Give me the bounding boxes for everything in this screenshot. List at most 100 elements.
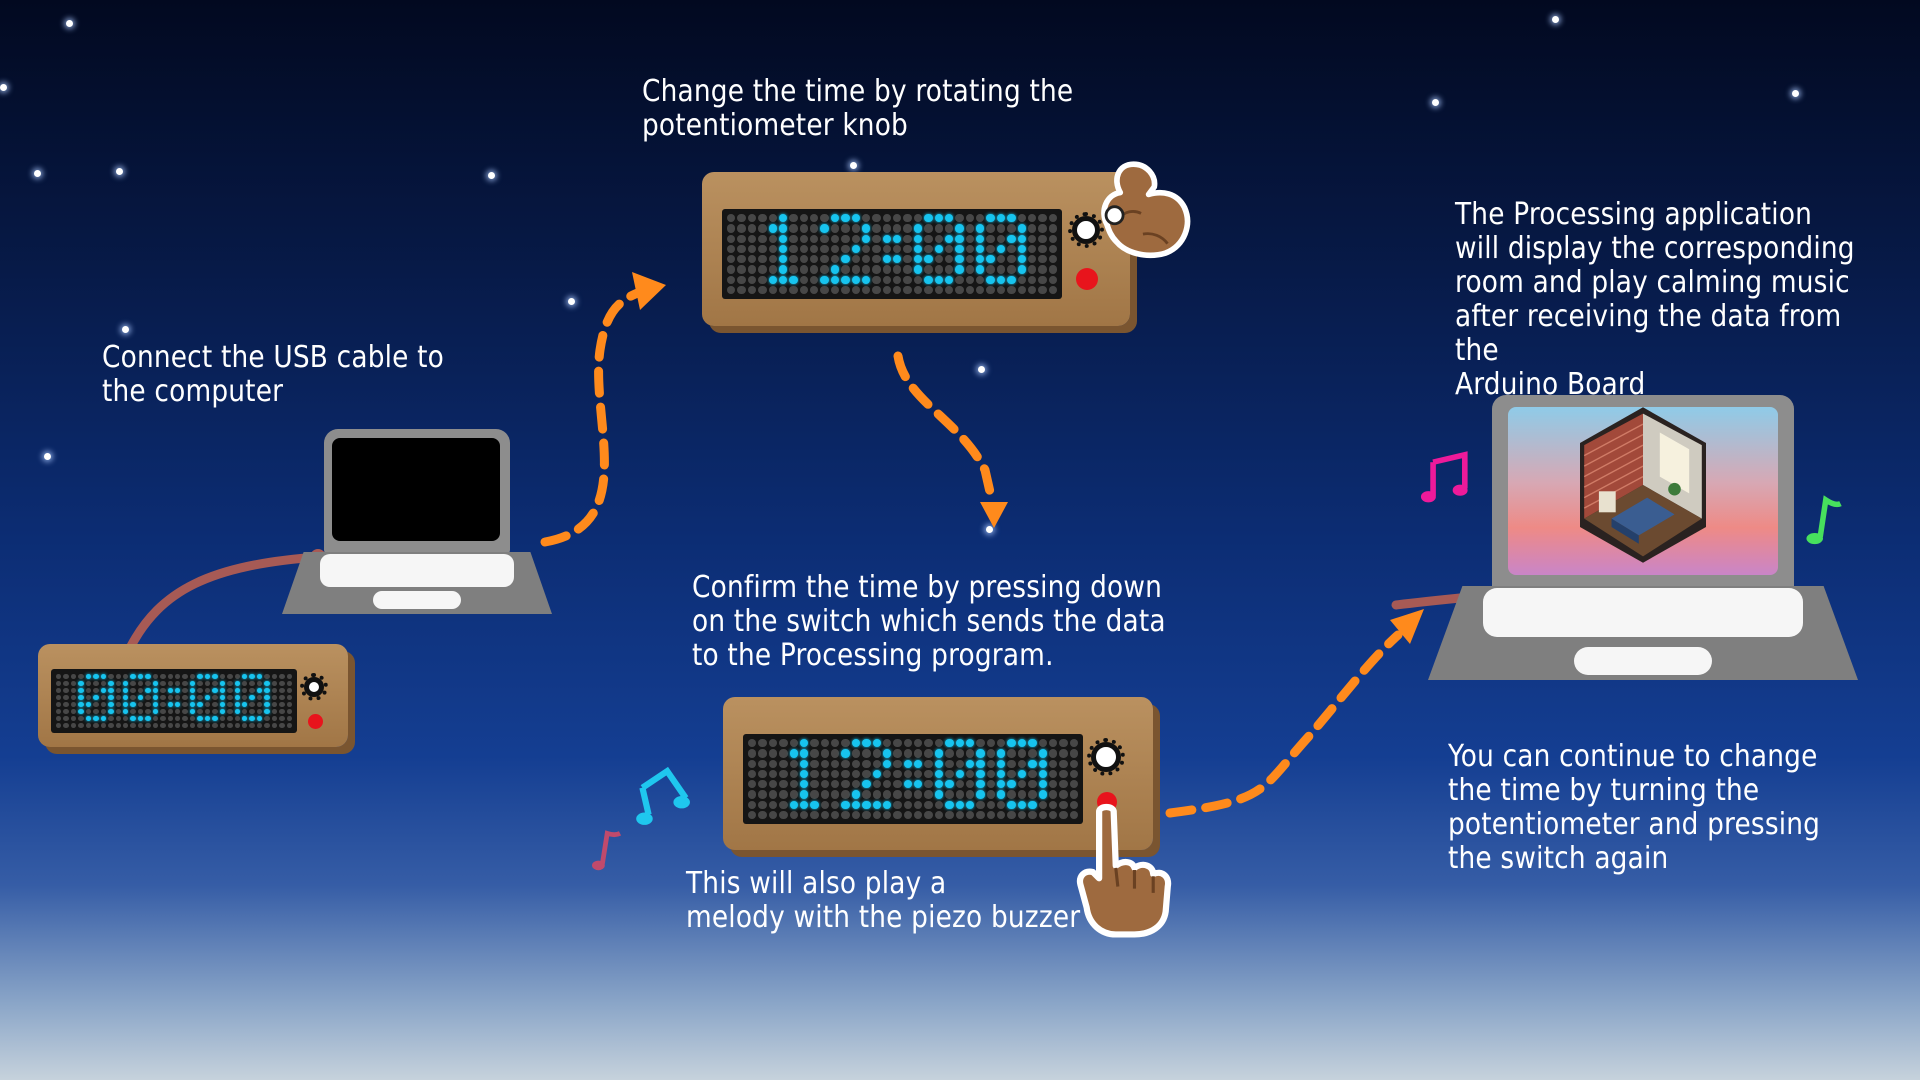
led-pixel xyxy=(944,244,954,253)
led-pixel xyxy=(841,285,850,294)
led-pixel xyxy=(1048,759,1058,768)
led-pixel xyxy=(182,709,188,714)
led-pixel xyxy=(872,800,881,809)
led-pixel xyxy=(851,275,860,284)
led-pixel xyxy=(779,810,788,819)
led-pixel xyxy=(1007,224,1016,233)
led-pixel xyxy=(1048,790,1058,799)
led-pixel xyxy=(779,800,788,809)
led-pixel xyxy=(1017,214,1026,223)
led-pixel xyxy=(152,709,159,714)
led-pixel xyxy=(758,790,767,799)
led-pixel xyxy=(122,688,129,693)
led-pixel xyxy=(227,716,233,721)
led-pixel xyxy=(882,255,891,264)
led-pixel xyxy=(122,709,129,714)
led-pixel xyxy=(748,800,757,809)
led-pixel xyxy=(115,674,121,679)
led-pixel xyxy=(100,723,107,728)
led-pixel xyxy=(122,681,129,686)
led-pixel xyxy=(914,810,923,819)
led-pixel xyxy=(122,674,129,679)
led-pixel xyxy=(204,681,211,686)
led-pixel xyxy=(986,810,995,819)
led-pixel xyxy=(286,716,292,721)
led-pixel xyxy=(841,234,850,243)
led-pixel xyxy=(758,759,767,768)
led-pixel xyxy=(820,234,829,243)
led-pixel xyxy=(841,790,850,799)
led-pixel xyxy=(945,769,954,778)
led-pixel xyxy=(903,800,912,809)
led-pixel xyxy=(1027,214,1037,223)
led-pixel xyxy=(924,800,933,809)
led-pixel xyxy=(851,285,860,294)
led-pixel xyxy=(965,769,975,778)
led-pixel xyxy=(810,234,819,243)
led-pixel xyxy=(831,800,840,809)
led-pixel xyxy=(976,739,985,748)
arduino-device-2 xyxy=(702,172,1130,326)
led-pixel xyxy=(1007,234,1016,243)
led-pixel xyxy=(93,716,99,721)
led-pixel xyxy=(152,723,159,728)
led-pixel xyxy=(737,214,746,223)
led-pixel xyxy=(182,723,188,728)
led-pixel xyxy=(227,723,233,728)
led-pixel xyxy=(789,810,798,819)
led-pixel xyxy=(108,716,114,721)
led-pixel xyxy=(1007,739,1016,748)
led-pixel xyxy=(893,739,902,748)
led-pixel xyxy=(108,681,114,686)
led-pixel xyxy=(1017,780,1027,789)
led-pixel xyxy=(976,790,985,799)
led-pixel xyxy=(182,716,188,721)
led-pixel xyxy=(831,759,840,768)
led-pixel xyxy=(279,695,285,700)
led-pixel xyxy=(70,688,77,693)
led-pixel xyxy=(271,723,278,728)
led-pixel xyxy=(1028,810,1037,819)
led-pixel xyxy=(234,695,240,700)
led-pixel xyxy=(182,688,188,693)
led-pixel xyxy=(893,810,902,819)
led-pixel xyxy=(893,275,902,284)
led-pixel xyxy=(160,723,166,728)
led-pixel xyxy=(219,681,226,686)
led-pixel xyxy=(145,709,151,714)
led-pixel xyxy=(893,234,902,243)
led-pixel xyxy=(256,688,263,693)
led-pixel xyxy=(830,275,840,284)
led-matrix-display xyxy=(743,734,1083,824)
led-pixel xyxy=(1059,769,1068,778)
led-pixel xyxy=(955,265,964,274)
led-pixel xyxy=(810,285,819,294)
led-pixel xyxy=(965,224,974,233)
led-pixel xyxy=(256,695,263,700)
led-pixel xyxy=(1069,759,1078,768)
led-pixel xyxy=(175,716,181,721)
led-pixel xyxy=(249,681,255,686)
led-pixel xyxy=(851,244,860,253)
led-pixel xyxy=(758,265,767,274)
led-pixel xyxy=(279,723,285,728)
led-pixel xyxy=(768,285,777,294)
led-pixel xyxy=(93,723,99,728)
led-pixel xyxy=(1027,255,1037,264)
led-pixel xyxy=(903,749,912,758)
led-pixel xyxy=(768,214,777,223)
led-pixel xyxy=(108,695,114,700)
led-pixel xyxy=(130,709,136,714)
led-pixel xyxy=(945,800,954,809)
led-pixel xyxy=(1007,749,1016,758)
led-pixel xyxy=(175,709,181,714)
led-pixel xyxy=(882,224,891,233)
led-pixel xyxy=(831,739,840,748)
led-pixel xyxy=(204,674,211,679)
led-pixel xyxy=(810,790,819,799)
laptop-left xyxy=(282,429,552,614)
led-pixel xyxy=(1027,285,1037,294)
led-pixel xyxy=(986,285,995,294)
led-pixel xyxy=(903,810,912,819)
laptop-left-screen xyxy=(332,438,500,541)
